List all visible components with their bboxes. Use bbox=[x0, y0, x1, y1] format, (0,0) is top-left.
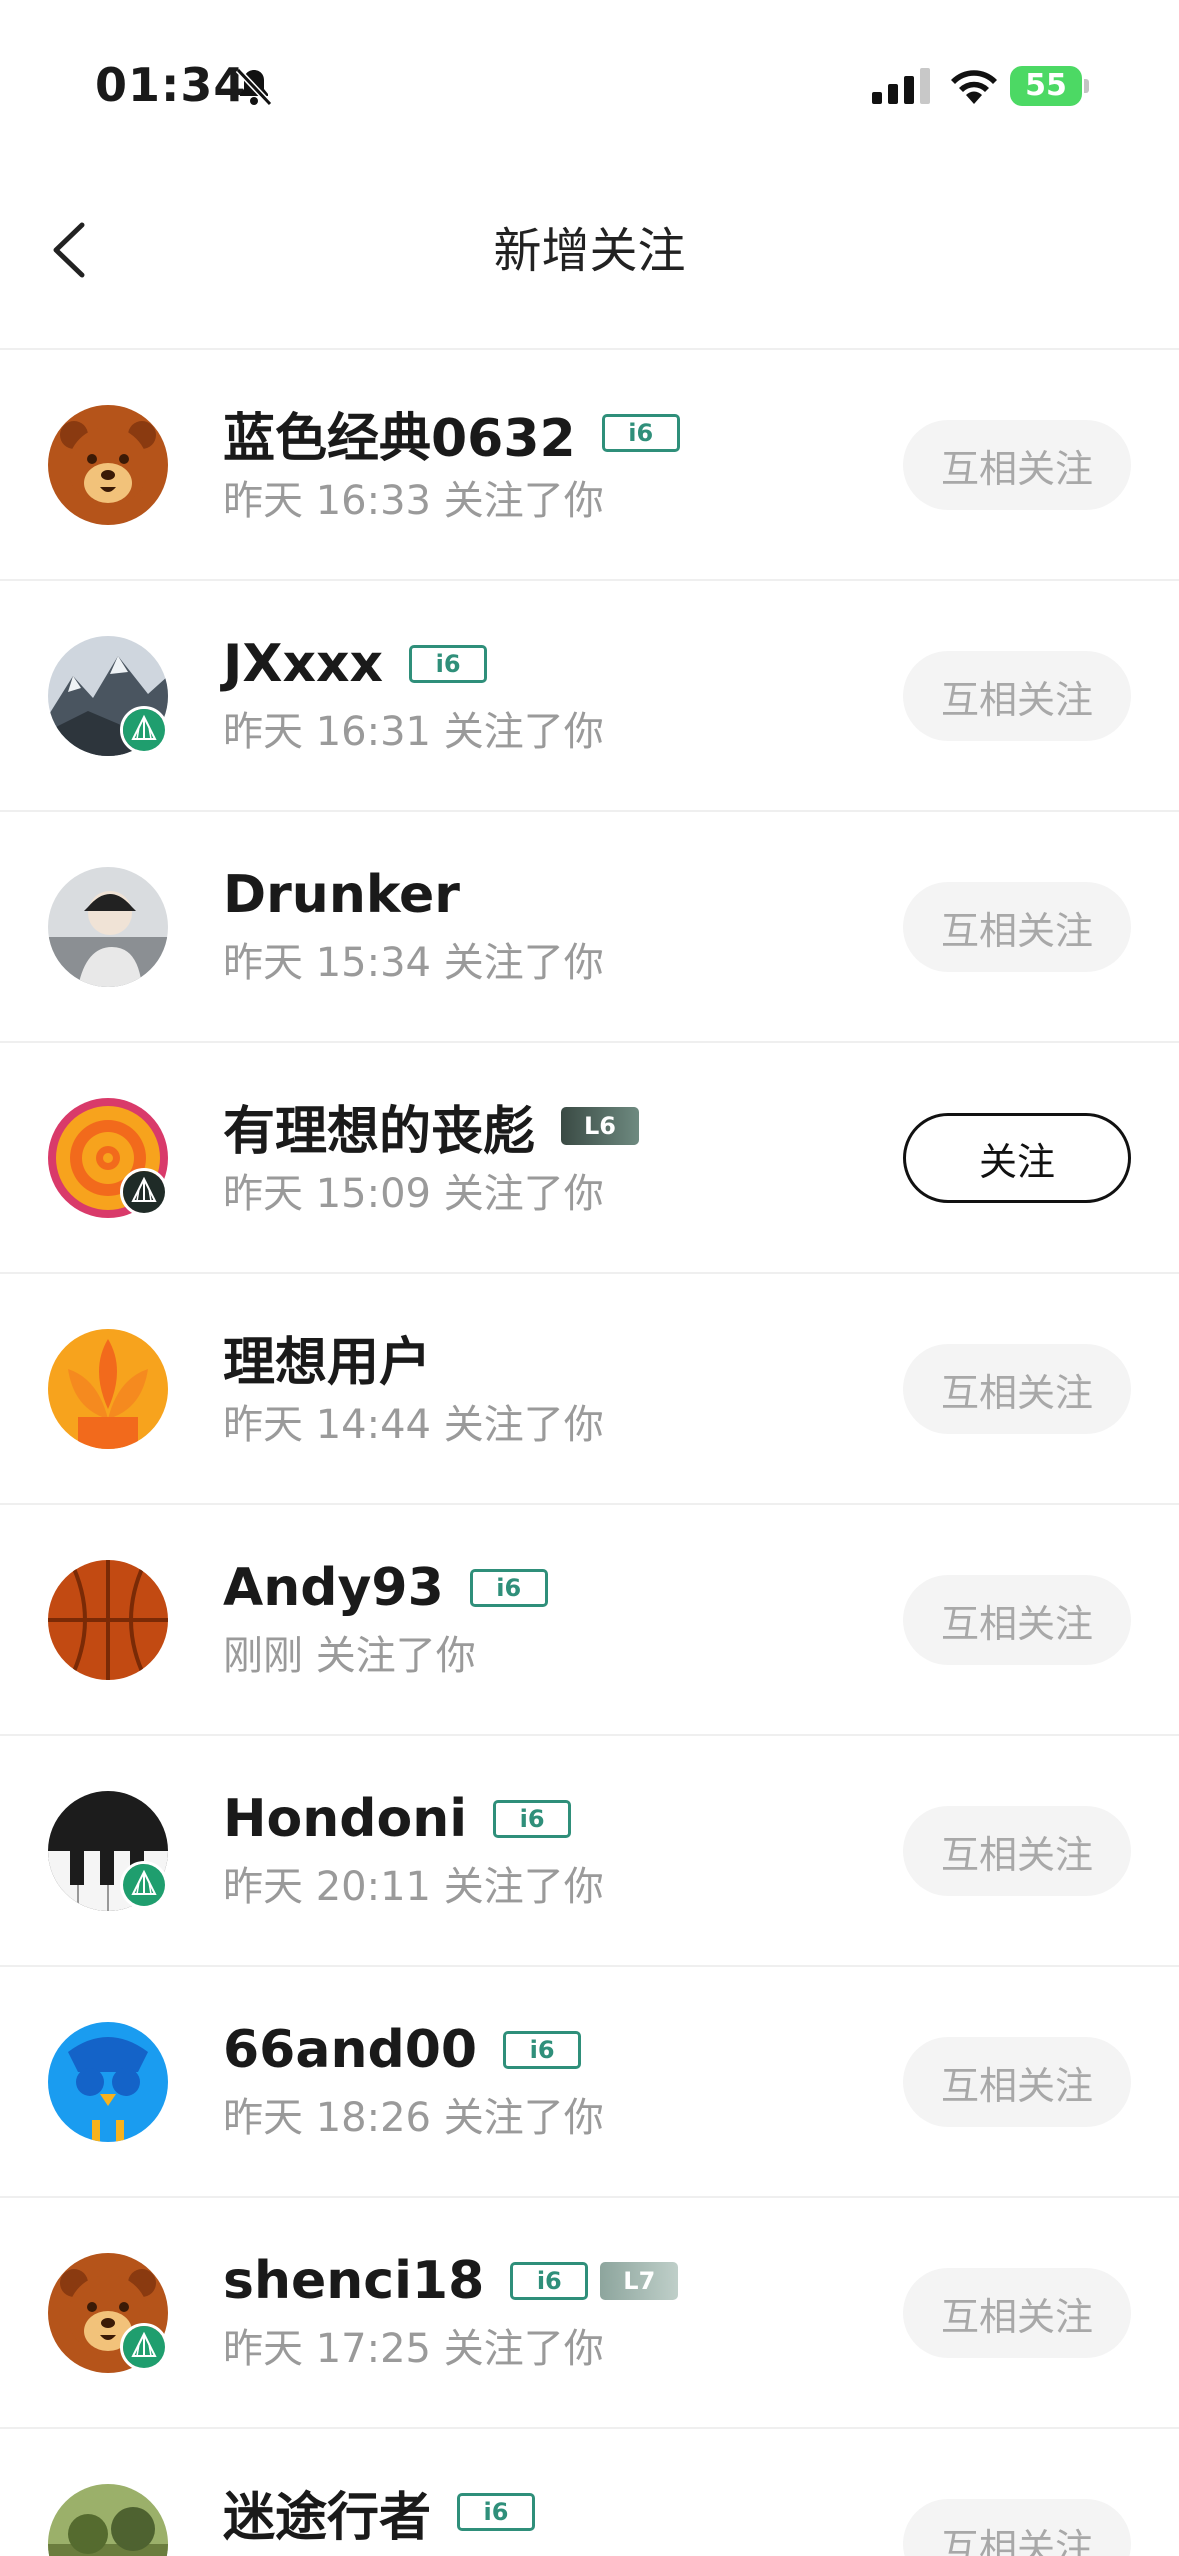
user-name[interactable]: 蓝色经典0632 bbox=[223, 396, 576, 471]
verified-badge-icon bbox=[120, 706, 168, 754]
list-item[interactable]: 理想用户 昨天 14:44 关注了你 互相关注 bbox=[0, 1274, 1179, 1505]
user-name[interactable]: 有理想的丧彪 bbox=[223, 1089, 535, 1164]
vehicle-tag: i6 bbox=[409, 645, 488, 683]
user-name[interactable]: 理想用户 bbox=[223, 1320, 431, 1395]
list-item[interactable]: Hondoni i6 昨天 20:11 关注了你 互相关注 bbox=[0, 1736, 1179, 1967]
vehicle-tag: L6 bbox=[561, 1107, 640, 1145]
list-item[interactable]: 蓝色经典0632 i6 昨天 16:33 关注了你 互相关注 bbox=[0, 350, 1179, 581]
battery-level: 55 bbox=[1025, 68, 1067, 103]
vehicle-tag: i6 bbox=[601, 414, 680, 452]
follow-time: 昨天 18:26 关注了你 bbox=[223, 2095, 604, 2141]
wifi-icon bbox=[948, 64, 1000, 106]
bear-avatar[interactable] bbox=[48, 405, 168, 525]
follow-time: 昨天 14:44 关注了你 bbox=[223, 1402, 604, 1448]
vehicle-tag: L7 bbox=[600, 2262, 679, 2300]
status-time: 01:34 bbox=[95, 58, 247, 112]
user-name[interactable]: 66and00 bbox=[223, 2020, 477, 2080]
follow-time: 刚刚 关注了你 bbox=[223, 1633, 476, 1679]
user-name[interactable]: Hondoni bbox=[223, 1789, 467, 1849]
follow-time: 昨天 16:31 关注了你 bbox=[223, 709, 604, 755]
nav-bar: 新增关注 bbox=[0, 175, 1179, 350]
bird-avatar[interactable] bbox=[48, 2022, 168, 2142]
list-item[interactable]: Drunker 昨天 15:34 关注了你 互相关注 bbox=[0, 812, 1179, 1043]
bell-slash-icon bbox=[232, 64, 276, 108]
list-item[interactable]: shenci18 i6 L7 昨天 17:25 关注了你 互相关注 bbox=[0, 2198, 1179, 2429]
mutual-follow-button[interactable]: 互相关注 bbox=[903, 2499, 1131, 2556]
follower-list: 蓝色经典0632 i6 昨天 16:33 关注了你 互相关注 JXxxx i6 … bbox=[0, 350, 1179, 2556]
user-name[interactable]: Drunker bbox=[223, 865, 460, 925]
basketball-avatar[interactable] bbox=[48, 1560, 168, 1680]
mutual-follow-button[interactable]: 互相关注 bbox=[903, 1806, 1131, 1896]
mutual-follow-button[interactable]: 互相关注 bbox=[903, 1575, 1131, 1665]
vehicle-tag: i6 bbox=[493, 1800, 572, 1838]
list-item[interactable]: 66and00 i6 昨天 18:26 关注了你 互相关注 bbox=[0, 1967, 1179, 2198]
leaf-avatar[interactable] bbox=[48, 1329, 168, 1449]
user-name[interactable]: JXxxx bbox=[223, 634, 383, 694]
vehicle-tag: i6 bbox=[503, 2031, 582, 2069]
mutual-follow-button[interactable]: 互相关注 bbox=[903, 882, 1131, 972]
page-title: 新增关注 bbox=[493, 223, 686, 279]
vehicle-tag: i6 bbox=[457, 2493, 536, 2531]
list-item[interactable]: 有理想的丧彪 L6 昨天 15:09 关注了你 关注 bbox=[0, 1043, 1179, 1274]
person-photo-avatar[interactable] bbox=[48, 867, 168, 987]
follow-time: 昨天 20:11 关注了你 bbox=[223, 1864, 604, 1910]
landscape-photo-avatar[interactable] bbox=[48, 2484, 168, 2556]
follow-time: 昨天 17:25 关注了你 bbox=[223, 2326, 604, 2372]
follow-button[interactable]: 关注 bbox=[903, 1113, 1131, 1203]
mutual-follow-button[interactable]: 互相关注 bbox=[903, 651, 1131, 741]
list-item[interactable]: JXxxx i6 昨天 16:31 关注了你 互相关注 bbox=[0, 581, 1179, 812]
mutual-follow-button[interactable]: 互相关注 bbox=[903, 2268, 1131, 2358]
follow-time: 昨天 15:34 关注了你 bbox=[223, 940, 604, 986]
signal-icon bbox=[872, 66, 932, 106]
vehicle-tag: i6 bbox=[510, 2262, 589, 2300]
mutual-follow-button[interactable]: 互相关注 bbox=[903, 1344, 1131, 1434]
follow-time: 昨天 15:09 关注了你 bbox=[223, 1171, 604, 1217]
user-name[interactable]: 迷途行者 bbox=[223, 2475, 431, 2550]
verified-badge-icon bbox=[120, 1168, 168, 1216]
mutual-follow-button[interactable]: 互相关注 bbox=[903, 420, 1131, 510]
vehicle-tag: i6 bbox=[469, 1569, 548, 1607]
verified-badge-icon bbox=[120, 2323, 168, 2371]
mutual-follow-button[interactable]: 互相关注 bbox=[903, 2037, 1131, 2127]
battery-charging-icon: 55 bbox=[1010, 66, 1090, 106]
list-item[interactable]: 迷途行者 i6 互相关注 bbox=[0, 2429, 1179, 2556]
list-item[interactable]: Andy93 i6 刚刚 关注了你 互相关注 bbox=[0, 1505, 1179, 1736]
status-bar: 01:34 55 bbox=[0, 0, 1179, 175]
verified-badge-icon bbox=[120, 1861, 168, 1909]
user-name[interactable]: shenci18 bbox=[223, 2251, 484, 2311]
follow-time: 昨天 16:33 关注了你 bbox=[223, 478, 604, 524]
user-name[interactable]: Andy93 bbox=[223, 1558, 444, 1618]
